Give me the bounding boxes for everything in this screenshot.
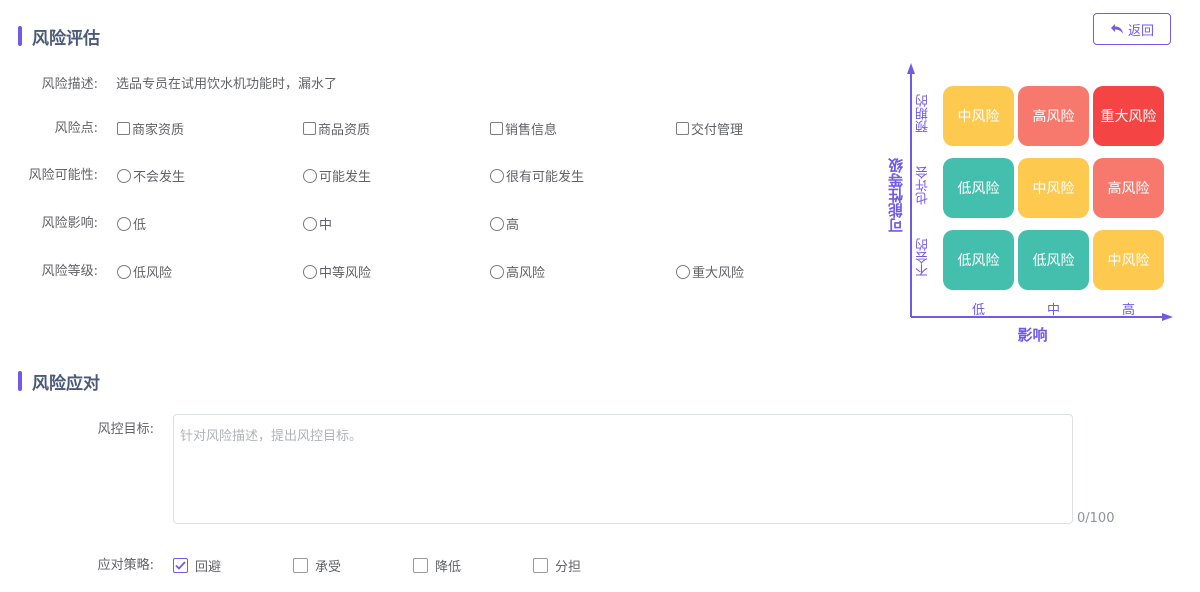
row-label-unlikely: 不会的 [916, 238, 931, 277]
radio-circle[interactable] [303, 168, 317, 183]
checkbox-box[interactable] [303, 122, 316, 135]
section-accent-bar [18, 371, 22, 391]
checkbox-box[interactable] [293, 558, 308, 573]
checkbox-box[interactable] [490, 122, 503, 135]
risk-point-checkbox[interactable]: 交付管理 [676, 119, 743, 138]
matrix-cell-low: 低风险 [943, 158, 1014, 218]
checkbox-label: 分担 [555, 560, 582, 575]
risk-description-label: 风险描述: [41, 77, 98, 92]
radio-label: 可能发生 [319, 170, 372, 185]
radio-label: 高风险 [506, 266, 546, 281]
section-title-text: 风险应对 [32, 373, 100, 394]
likelihood-label: 风险可能性: [28, 168, 98, 183]
radio-circle[interactable] [490, 264, 504, 279]
radio-circle[interactable] [117, 216, 131, 231]
radio-circle[interactable] [676, 264, 690, 279]
char-counter: 0/100 [1077, 511, 1115, 526]
radio-label: 中 [319, 218, 333, 233]
y-axis-title: 可能性等级 [887, 158, 905, 233]
checkbox-box[interactable] [676, 122, 689, 135]
strategy-checkbox-avoid[interactable]: 回避 [173, 556, 221, 575]
checkbox-label: 商品资质 [318, 123, 371, 138]
risk-goal-label: 风控目标: [97, 422, 154, 437]
checkbox-label: 降低 [435, 560, 462, 575]
risk-level-label: 风险等级: [41, 264, 98, 279]
radio-circle[interactable] [117, 264, 131, 279]
checkbox-label: 商家资质 [132, 123, 185, 138]
likelihood-radio[interactable]: 不会发生 [117, 166, 185, 185]
risk-level-radio[interactable]: 中等风险 [303, 262, 371, 281]
checkbox-label: 交付管理 [691, 123, 744, 138]
risk-goal-textarea[interactable] [173, 414, 1073, 524]
checkbox-box[interactable] [173, 558, 188, 573]
checkbox-label: 销售信息 [505, 123, 558, 138]
section-accent-bar [18, 26, 22, 46]
risk-level-radio[interactable]: 低风险 [117, 262, 172, 281]
radio-label: 不会发生 [133, 170, 186, 185]
radio-label: 中等风险 [319, 266, 372, 281]
matrix-cell-low: 低风险 [943, 230, 1014, 290]
section-title-assessment: 风险评估 [18, 25, 100, 49]
row-label-maybe: 也许会 [916, 166, 931, 205]
matrix-cell-high: 高风险 [1018, 86, 1089, 146]
risk-point-checkbox[interactable]: 销售信息 [490, 119, 557, 138]
strategy-checkbox-share[interactable]: 分担 [533, 556, 581, 575]
back-button-label: 返回 [1127, 23, 1154, 39]
checkbox-box[interactable] [533, 558, 548, 573]
back-button[interactable]: 返回 [1093, 13, 1171, 45]
return-arrow-icon [1110, 24, 1123, 34]
strategy-checkbox-reduce[interactable]: 降低 [413, 556, 461, 575]
risk-point-checkbox[interactable]: 商家资质 [117, 119, 184, 138]
radio-label: 重大风险 [692, 266, 745, 281]
matrix-cell-high: 高风险 [1093, 158, 1164, 218]
section-title-response: 风险应对 [18, 370, 100, 394]
risk-description-value: 选品专员在试用饮水机功能时，漏水了 [116, 77, 338, 92]
y-axis-arrow [907, 63, 915, 74]
matrix-cell-major: 重大风险 [1093, 86, 1164, 146]
matrix-cell-low: 低风险 [1018, 230, 1089, 290]
radio-circle[interactable] [490, 168, 504, 183]
col-label-low: 低 [971, 303, 985, 318]
radio-circle[interactable] [117, 168, 131, 183]
risk-level-radio[interactable]: 重大风险 [676, 262, 744, 281]
row-label-expected: 预期的 [916, 94, 931, 133]
risk-point-checkbox[interactable]: 商品资质 [303, 119, 370, 138]
strategy-checkbox-accept[interactable]: 承受 [293, 556, 341, 575]
checkbox-label: 承受 [315, 560, 342, 575]
checkbox-box[interactable] [117, 122, 130, 135]
radio-label: 很有可能发生 [506, 170, 585, 185]
risk-level-radio[interactable]: 高风险 [490, 262, 545, 281]
radio-label: 高 [506, 218, 520, 233]
radio-label: 低风险 [133, 266, 173, 281]
radio-circle[interactable] [303, 216, 317, 231]
section-title-text: 风险评估 [32, 28, 100, 49]
matrix-cell-medium: 中风险 [1018, 158, 1089, 218]
risk-points-label: 风险点: [54, 121, 98, 136]
check-icon [175, 561, 186, 570]
impact-radio[interactable]: 高 [490, 214, 519, 233]
radio-label: 低 [133, 218, 147, 233]
x-axis-title: 影响 [1017, 326, 1048, 344]
likelihood-radio[interactable]: 很有可能发生 [490, 166, 584, 185]
impact-radio[interactable]: 低 [117, 214, 146, 233]
impact-radio[interactable]: 中 [303, 214, 332, 233]
impact-label: 风险影响: [41, 216, 98, 231]
strategy-label: 应对策略: [97, 558, 154, 573]
matrix-cell-medium: 中风险 [943, 86, 1014, 146]
radio-circle[interactable] [303, 264, 317, 279]
radio-circle[interactable] [490, 216, 504, 231]
matrix-cell-medium: 中风险 [1093, 230, 1164, 290]
col-label-medium: 中 [1046, 303, 1060, 318]
likelihood-radio[interactable]: 可能发生 [303, 166, 371, 185]
checkbox-box[interactable] [413, 558, 428, 573]
col-label-high: 高 [1121, 303, 1135, 318]
checkbox-label: 回避 [195, 560, 222, 575]
